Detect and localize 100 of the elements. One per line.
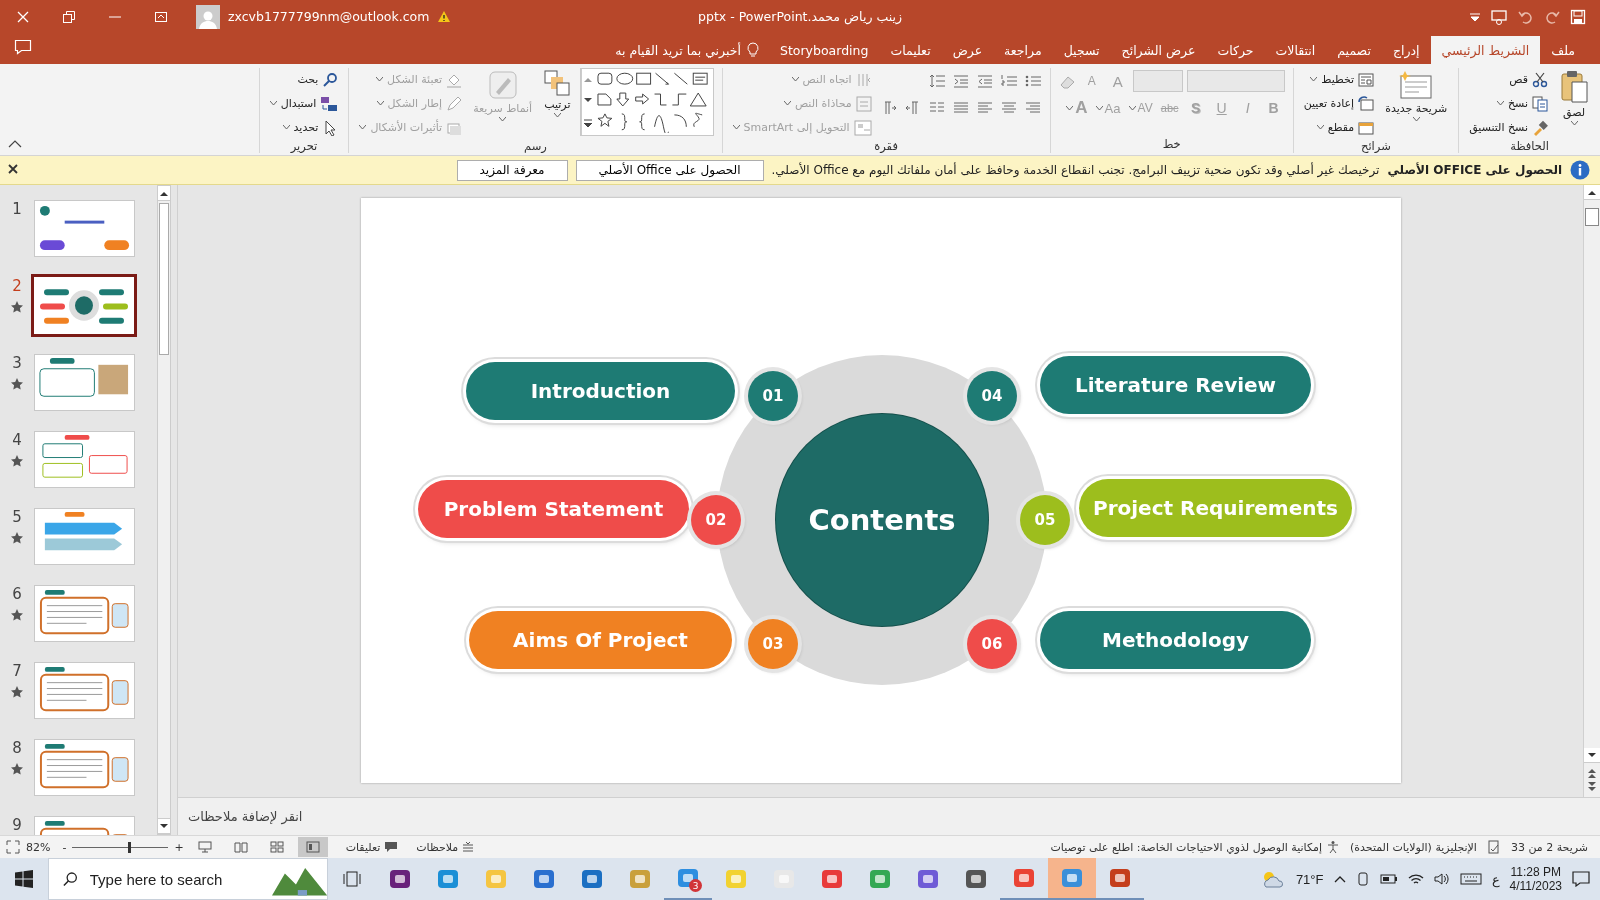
close-icon[interactable] [8, 164, 18, 174]
scrollbar[interactable] [1583, 185, 1600, 797]
avatar-icon[interactable] [196, 4, 220, 29]
comment-icon[interactable] [14, 39, 32, 55]
elbow-connector-icon[interactable] [654, 93, 668, 106]
task-view-icon[interactable] [343, 871, 361, 887]
right-brace-icon[interactable] [621, 113, 628, 131]
collapse-ribbon-icon[interactable] [8, 140, 22, 148]
taskbar-search-field[interactable]: Type here to search [87, 869, 262, 889]
expand-gallery-icon[interactable] [584, 119, 593, 127]
ribbon-tab[interactable]: عرض الشرائح [1110, 36, 1207, 64]
wifi-icon[interactable] [1407, 872, 1424, 886]
info-bar-button[interactable]: الحصول على Office الأصلي [575, 159, 764, 181]
arrow-line-icon[interactable] [655, 72, 670, 85]
ribbon-button[interactable]: تحديد [267, 116, 341, 139]
ribbon-button[interactable]: بحث [267, 68, 341, 91]
volume-icon[interactable] [1433, 872, 1450, 886]
font-size-field[interactable] [1132, 70, 1183, 92]
line-spacing-icon[interactable] [927, 73, 946, 89]
ribbon-tab[interactable]: حركات [1206, 36, 1265, 64]
pentagon-icon[interactable] [597, 93, 612, 106]
zoom-level[interactable]: 82% [26, 840, 51, 854]
ribbon-tab[interactable]: تسجيل [1052, 36, 1111, 64]
ribbon-tab[interactable]: إدراج [1381, 36, 1431, 64]
restore-icon[interactable] [62, 9, 76, 24]
left-brace-icon[interactable] [639, 113, 646, 131]
ribbon-tab[interactable]: ملف [1540, 36, 1586, 64]
ribbon-button[interactable]: مقطع [1301, 116, 1377, 139]
scrollbar[interactable] [157, 185, 171, 835]
ribbon-button[interactable]: شريحة جديدة [1382, 68, 1451, 124]
info-bar-button[interactable]: معرفة المزيد [456, 159, 568, 181]
spellcheck-icon[interactable] [1486, 840, 1501, 854]
shape-gallery[interactable] [579, 68, 714, 136]
zoom-out-button[interactable]: - [62, 840, 67, 854]
ribbon-button[interactable]: قص [1467, 68, 1550, 91]
chevron-up-icon[interactable] [1333, 875, 1346, 883]
bullet-list-icon[interactable] [1023, 73, 1042, 89]
battery-icon[interactable] [1379, 873, 1398, 885]
save-icon[interactable] [1570, 8, 1586, 25]
keyboard-icon[interactable] [1459, 872, 1482, 886]
down-arrow-icon[interactable] [616, 92, 630, 107]
ribbon-tab[interactable]: تصميم [1326, 36, 1382, 64]
ribbon-button[interactable]: تخطيط [1301, 68, 1377, 91]
notes-button[interactable]: ملاحظات [416, 840, 475, 854]
freeform-icon[interactable] [693, 112, 704, 128]
ribbon-tab[interactable]: الشريط الرئيسي [1430, 36, 1541, 64]
triangle-icon[interactable] [690, 92, 708, 107]
line-icon[interactable] [674, 72, 689, 85]
rounded-rectangle-icon[interactable] [597, 72, 613, 85]
scrollbar-thumb[interactable] [1585, 208, 1599, 226]
normal-view-button[interactable] [297, 837, 328, 857]
slider-thumb[interactable] [128, 841, 132, 853]
ribbon-tab[interactable]: انتقالات [1264, 36, 1327, 64]
ribbon-button[interactable]: نسخ التنسيق [1467, 116, 1550, 139]
scroll-down-icon[interactable] [1588, 752, 1596, 758]
ribbon-button[interactable]: استبدال [267, 92, 341, 115]
rectangle-icon[interactable] [636, 72, 652, 85]
input-language[interactable]: ع [1491, 871, 1500, 887]
right-arrow-icon[interactable] [635, 93, 650, 105]
scroll-down-icon[interactable] [584, 98, 593, 103]
ribbon-button[interactable]: لصق [1556, 68, 1592, 128]
presenter-icon[interactable] [1490, 8, 1508, 25]
tell-me-field[interactable]: أخبرني بما تريد القيام به [605, 36, 769, 64]
previous-slide-icon[interactable] [1588, 769, 1596, 778]
taskbar-search-bar[interactable]: Type here to search [48, 858, 328, 900]
scroll-up-icon[interactable] [1588, 189, 1596, 195]
font-name-field[interactable] [1186, 70, 1285, 92]
ribbon-display-icon[interactable] [154, 9, 168, 24]
arc-icon[interactable] [674, 114, 688, 128]
ribbon-tab[interactable]: مراجعة [993, 36, 1053, 64]
clock[interactable]: 11:28 PM 4/11/2023 [1509, 865, 1562, 893]
comments-button[interactable]: تعليقات [345, 840, 399, 854]
text-box-icon[interactable] [693, 72, 709, 85]
ribbon-button[interactable]: نسخ [1467, 92, 1550, 115]
account-email[interactable]: zxcvb1777799nm@outlook.com [228, 9, 430, 24]
temperature[interactable]: 71°F [1295, 871, 1324, 887]
customize-caret-icon[interactable] [1470, 12, 1480, 21]
ribbon-tab[interactable]: Storyboarding [768, 36, 880, 64]
scrollbar-thumb[interactable] [159, 203, 169, 355]
caret-icon [376, 101, 384, 106]
scroll-down-icon[interactable] [160, 823, 168, 829]
ribbon-tab[interactable]: تعليمات [879, 36, 942, 64]
windows-logo-icon[interactable] [15, 870, 33, 888]
accessibility-status[interactable]: إمكانية الوصول لذوي الاحتياجات الخاصة: اطلع على توصيات [1050, 840, 1340, 854]
warning-icon[interactable] [437, 10, 452, 23]
ribbon-tab[interactable]: عرض [941, 36, 994, 64]
star-icon[interactable] [597, 113, 613, 127]
scroll-up-icon[interactable] [160, 190, 168, 196]
ribbon-button[interactable]: ترتيب [541, 68, 574, 120]
zoom-in-button[interactable]: + [174, 840, 184, 854]
notifications-icon[interactable] [1572, 871, 1590, 887]
taskbar-button[interactable]: 3 [664, 858, 712, 900]
oval-icon[interactable] [616, 72, 634, 85]
notes-placeholder[interactable]: انقر لإضافة ملاحظات [188, 809, 303, 824]
next-slide-icon[interactable] [1588, 782, 1596, 791]
elbow-line-icon[interactable] [672, 93, 688, 106]
ribbon-button[interactable]: إعادة تعيين [1301, 92, 1377, 115]
slide-thumbnail[interactable] [31, 274, 137, 337]
language-status[interactable]: الإنجليزية (الولايات المتحدة) [1349, 840, 1477, 854]
curve-icon[interactable] [654, 115, 670, 133]
